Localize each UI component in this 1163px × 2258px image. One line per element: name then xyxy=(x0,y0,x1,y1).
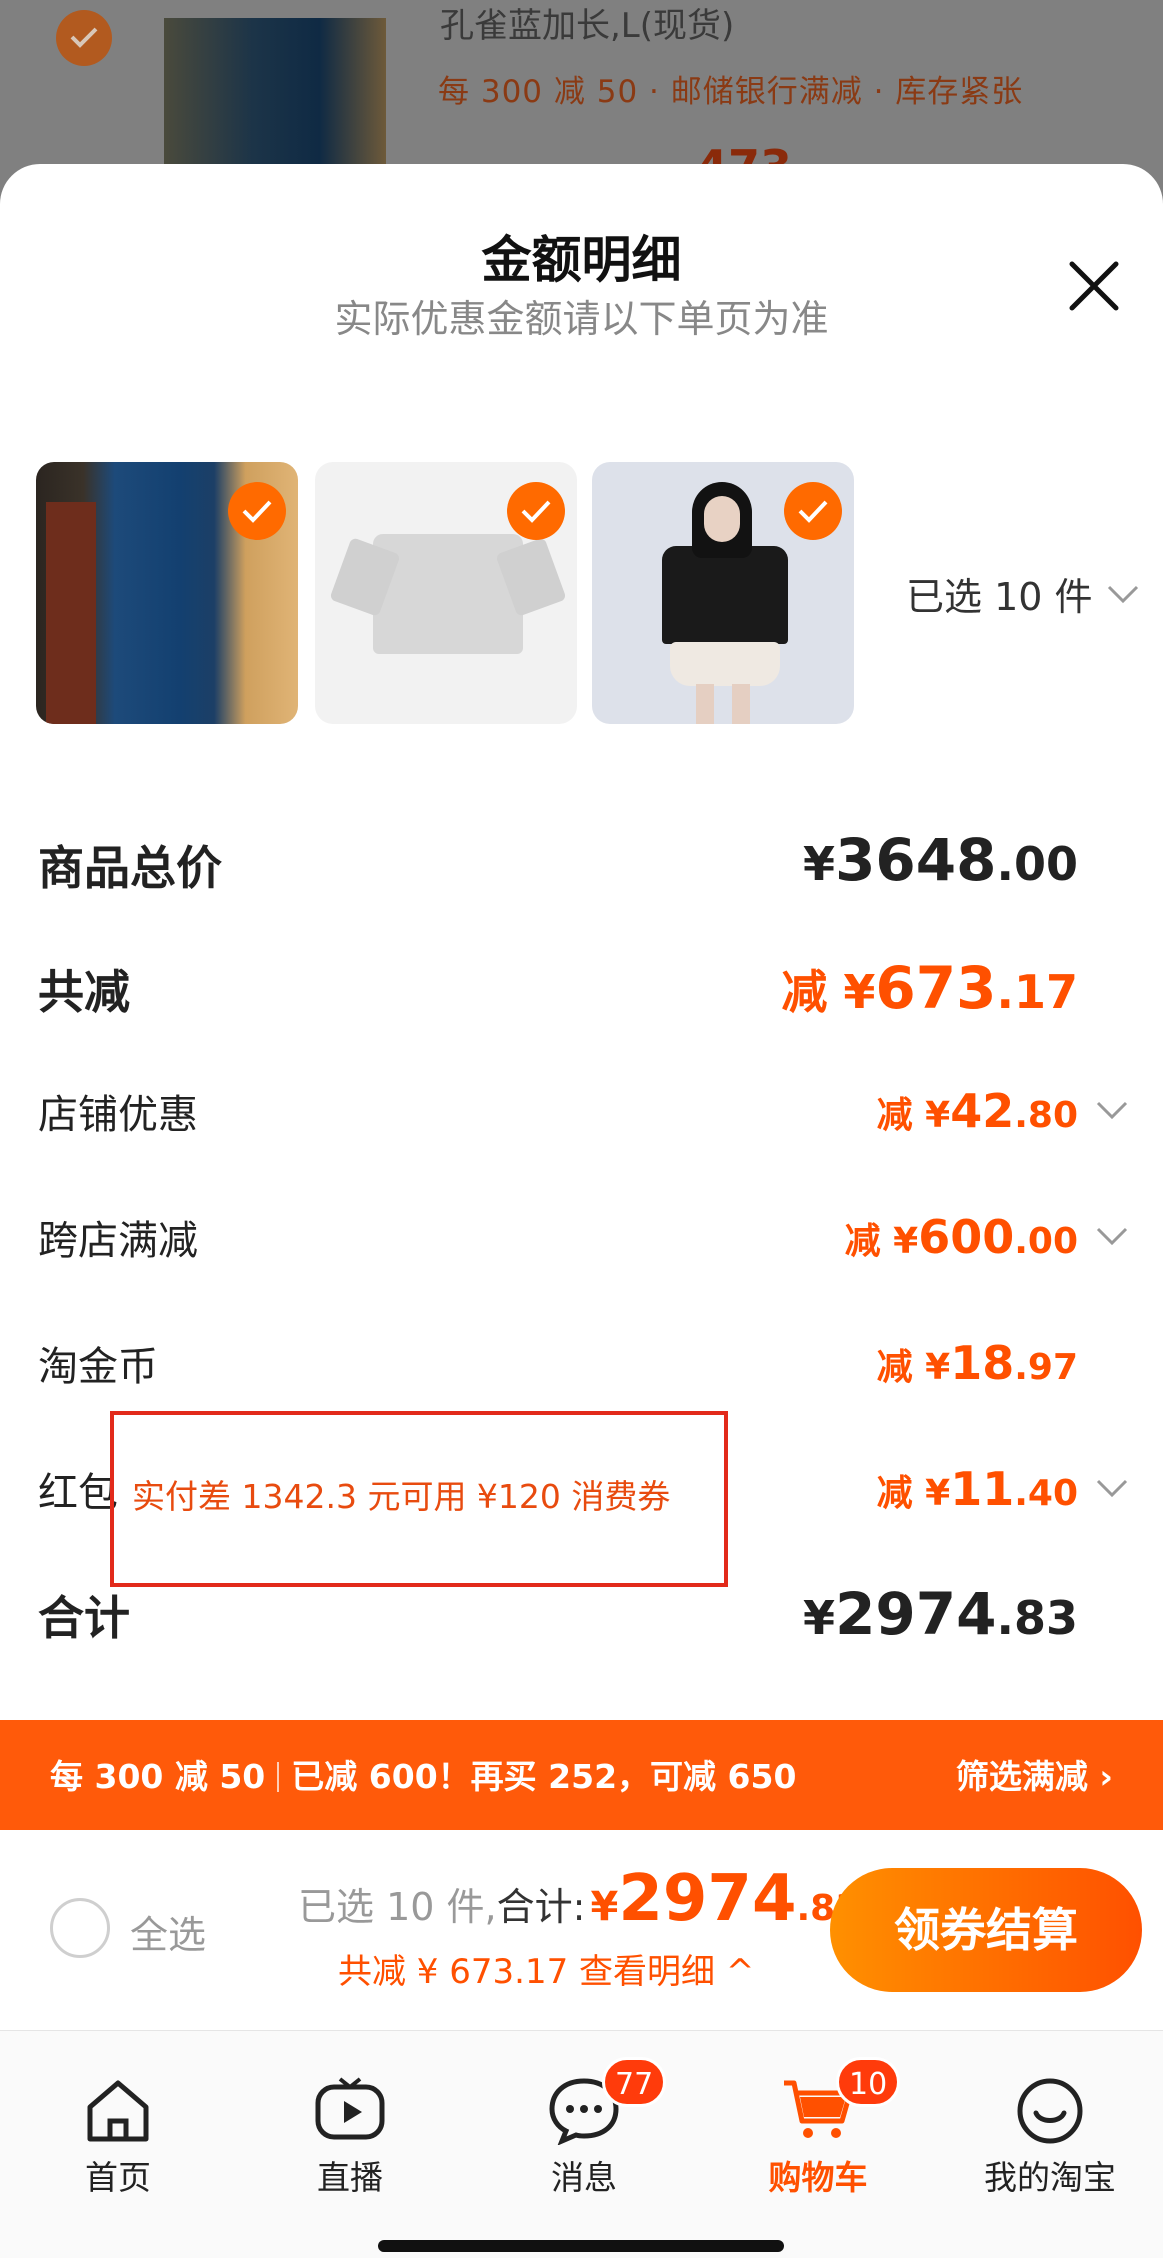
profile-icon xyxy=(1012,2075,1088,2145)
home-indicator[interactable] xyxy=(378,2240,784,2252)
cross-shop-discount-label: 跨店满减 xyxy=(38,1218,198,1264)
message-badge: 77 xyxy=(602,2057,667,2107)
shop-discount-label: 店铺优惠 xyxy=(38,1092,198,1138)
bottom-tab-bar: 首页 直播 77 消息 10 购物车 我的淘宝 xyxy=(0,2030,1163,2258)
tab-label: 直播 xyxy=(317,2158,383,2197)
cart-badge: 10 xyxy=(836,2057,901,2107)
product-promo: 每 300 减 50 · 邮储银行满减 · 库存紧张 xyxy=(438,74,1024,110)
home-icon xyxy=(80,2075,156,2145)
total-price-row: 商品总价 ¥3648.00 xyxy=(38,826,1128,902)
close-button[interactable] xyxy=(1066,258,1122,314)
tab-label: 消息 xyxy=(551,2158,617,2197)
cross-shop-discount-row[interactable]: 跨店满减 减 ¥600.00 xyxy=(38,1208,1128,1278)
chevron-down-icon xyxy=(1096,1227,1128,1246)
promo-summary: 每 300 减 50 已减 600！再买 252，可减 650 xyxy=(50,1757,797,1796)
checked-icon xyxy=(56,10,112,66)
message-icon: 77 xyxy=(546,2057,667,2146)
select-all-label[interactable]: 全选 xyxy=(130,1904,206,1959)
product-thumbnail[interactable] xyxy=(315,462,577,724)
tab-label: 购物车 xyxy=(768,2158,868,2197)
product-thumbnail[interactable] xyxy=(36,462,298,724)
checked-icon xyxy=(784,482,842,540)
cross-shop-discount-value: 减 ¥600.00 xyxy=(844,1210,1078,1264)
tab-home[interactable]: 首页 xyxy=(38,2075,198,2199)
shop-discount-row[interactable]: 店铺优惠 减 ¥42.80 xyxy=(38,1082,1128,1152)
checked-icon xyxy=(507,482,565,540)
checkout-bar: 全选 已选 10 件,合计: ¥2974.83 共减 ¥ 673.17 查看明细… xyxy=(0,1830,1163,2030)
total-price-label: 商品总价 xyxy=(38,841,222,895)
sheet-subtitle: 实际优惠金额请以下单页为准 xyxy=(334,297,829,341)
select-all-radio[interactable] xyxy=(50,1898,110,1958)
filter-discount-link[interactable]: 筛选满减 › xyxy=(956,1750,1113,1798)
chevron-down-icon xyxy=(1107,585,1138,603)
selected-count-toggle[interactable]: 已选 10 件 xyxy=(906,566,1139,621)
chevron-down-icon xyxy=(1096,1101,1128,1120)
shop-discount-value: 减 ¥42.80 xyxy=(876,1084,1078,1138)
sheet-title: 金额明细 xyxy=(481,231,682,289)
checkout-button[interactable]: 领券结算 xyxy=(830,1868,1142,1992)
chevron-down-icon xyxy=(1096,1479,1128,1498)
cart-icon: 10 xyxy=(780,2057,901,2145)
grand-total-row: 合计 ¥2974.83 xyxy=(38,1580,1128,1652)
total-discount-label: 共减 xyxy=(38,965,130,1019)
tab-live[interactable]: 直播 xyxy=(270,2075,430,2199)
red-packet-value: 减 ¥11.40 xyxy=(876,1462,1078,1516)
tab-cart[interactable]: 10 购物车 xyxy=(738,2057,901,2199)
selected-count-label: 已选 10 件 xyxy=(906,575,1093,619)
annotation-text: 实付差 1342.3 元可用 ¥120 消费券 xyxy=(132,1477,671,1516)
product-thumbnail xyxy=(164,18,386,168)
total-discount-row: 共减 减 ¥673.17 xyxy=(38,954,1128,1026)
live-icon xyxy=(312,2075,388,2145)
total-price-value: ¥3648.00 xyxy=(803,826,1078,894)
grand-total-label: 合计 xyxy=(38,1591,130,1645)
total-discount-value: 减 ¥673.17 xyxy=(781,954,1078,1022)
tab-label: 首页 xyxy=(85,2158,151,2197)
checkout-total: 已选 10 件,合计: ¥2974.83 xyxy=(298,1862,861,1936)
grand-total-value: ¥2974.83 xyxy=(803,1580,1078,1648)
product-title: 孔雀蓝加长,L(现货) xyxy=(440,6,735,46)
promo-bar[interactable]: 每 300 减 50 已减 600！再买 252，可减 650 筛选满减 › xyxy=(0,1720,1163,1830)
tab-label: 我的淘宝 xyxy=(984,2158,1116,2197)
coins-row: 淘金币 减 ¥18.97 xyxy=(38,1334,1128,1404)
product-thumbnail[interactable] xyxy=(592,462,854,724)
tab-profile[interactable]: 我的淘宝 xyxy=(970,2075,1130,2199)
checked-icon xyxy=(228,482,286,540)
coins-value: 减 ¥18.97 xyxy=(876,1336,1078,1390)
tab-messages[interactable]: 77 消息 xyxy=(504,2057,667,2199)
coins-label: 淘金币 xyxy=(38,1344,158,1390)
close-icon xyxy=(1069,261,1119,311)
red-packet-label: 红包 xyxy=(38,1470,118,1516)
view-detail-link[interactable]: 共减 ¥ 673.17 查看明细 ^ xyxy=(338,1944,754,1993)
